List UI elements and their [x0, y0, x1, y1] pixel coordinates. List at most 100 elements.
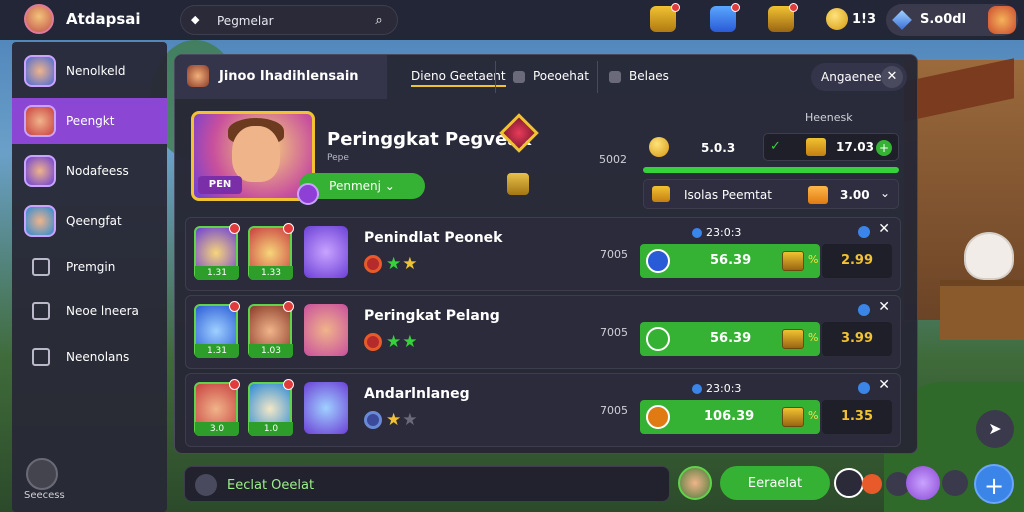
character-card[interactable]: 3.0: [194, 379, 240, 436]
divider: [495, 61, 496, 93]
reward-dropdown[interactable]: Isolas Peemtat 3.00 ⌄: [643, 179, 899, 209]
star-icon: ★: [402, 254, 419, 274]
progress-bar: [643, 167, 899, 173]
character-card[interactable]: 1.31: [194, 223, 240, 280]
tab-icon: [609, 70, 621, 83]
settings-icon[interactable]: [26, 458, 58, 490]
add-button[interactable]: +: [974, 464, 1014, 504]
price-label[interactable]: 1.35: [822, 400, 892, 434]
notification-dot: [789, 3, 798, 12]
search-bar[interactable]: ◆ ⌕: [180, 5, 398, 35]
progress-value: 56.39: [710, 253, 752, 268]
price-label[interactable]: 3.99: [822, 322, 892, 356]
info-icon[interactable]: [858, 382, 870, 394]
shield-icon: [646, 405, 670, 429]
gear-icon[interactable]: [942, 470, 968, 496]
row-progress[interactable]: 106.39 %: [640, 400, 820, 434]
send-button[interactable]: Eeraelat: [720, 466, 830, 500]
list-item[interactable]: 3.0 1.0 Andarlnlaneg ★★ 7005 23:0:3 106.…: [185, 373, 901, 447]
sidebar-item-label: Nodafeess: [66, 164, 129, 178]
tab-0[interactable]: Dieno Geetaent: [411, 55, 506, 99]
notification-dot: [229, 379, 240, 390]
main-panel: Jinoo Ihadihlensain Dieno Geetaent Poeoe…: [174, 54, 918, 454]
sidebar-item-label: Nenolkeld: [66, 64, 126, 78]
sidebar-item-2[interactable]: Nodafeess: [12, 148, 167, 194]
avatar[interactable]: [678, 466, 712, 500]
tab-label: Dieno Geetaent: [411, 69, 506, 87]
rank-icon: [364, 255, 382, 273]
add-icon[interactable]: +: [876, 140, 892, 156]
fire-icon[interactable]: [862, 474, 882, 494]
logo-icon: ◆: [191, 13, 200, 26]
row-progress[interactable]: 56.39 %: [640, 322, 820, 356]
close-icon[interactable]: ✕: [878, 377, 890, 393]
chest-icon: [782, 407, 804, 427]
sidebar-item-label: Neenolans: [66, 350, 130, 364]
chest-icon: [652, 186, 670, 202]
avatar: [24, 105, 56, 137]
hero-badge: PEN: [198, 176, 242, 194]
panel-title: Jinoo Ihadihlensain: [219, 69, 359, 84]
info-icon[interactable]: [858, 304, 870, 316]
price-label[interactable]: 2.99: [822, 244, 892, 278]
reward-box[interactable]: ✓ 17.03 +: [763, 133, 899, 161]
tab-title[interactable]: Jinoo Ihadihlensain: [175, 55, 387, 99]
character-portrait: [304, 304, 348, 356]
app-avatar[interactable]: [24, 4, 54, 34]
tab-2[interactable]: Belaes: [609, 55, 669, 99]
close-icon[interactable]: ✕: [881, 66, 903, 88]
avatar: [24, 155, 56, 187]
hero-card[interactable]: PEN: [191, 111, 315, 201]
controller-icon[interactable]: [710, 3, 740, 32]
search-input[interactable]: [217, 10, 357, 32]
avatar: [297, 183, 319, 205]
magic-icon[interactable]: [906, 466, 940, 500]
character-card[interactable]: 1.03: [248, 301, 294, 358]
chest-icon: [782, 329, 804, 349]
trophy-icon[interactable]: [650, 3, 680, 32]
info-icon[interactable]: [858, 226, 870, 238]
cat-figure: [964, 232, 1014, 280]
progress-value: 56.39: [710, 331, 752, 346]
chat-bar[interactable]: [184, 466, 670, 502]
close-icon[interactable]: ✕: [878, 299, 890, 315]
star-rating: ★★: [364, 410, 419, 430]
sidebar-item-1[interactable]: Peengkt: [12, 98, 167, 144]
close-panel[interactable]: Angaenee ✕: [811, 63, 907, 91]
character-card[interactable]: 1.33: [248, 223, 294, 280]
sidebar-item-0[interactable]: Nenolkeld: [12, 48, 167, 94]
character-card[interactable]: 1.0: [248, 379, 294, 436]
sidebar-item-3[interactable]: Qeengfat: [12, 198, 167, 244]
avatar: [24, 55, 56, 87]
gem-balance[interactable]: S.o0dl: [886, 4, 1018, 36]
sidebar-item-4[interactable]: Premgin: [12, 244, 167, 290]
chest-icon: [808, 186, 828, 204]
close-icon[interactable]: ✕: [878, 221, 890, 237]
sidebar-item-6[interactable]: Neenolans: [12, 334, 167, 380]
cursor-icon[interactable]: ➤: [976, 410, 1014, 448]
chest-icon: [507, 173, 529, 195]
character-portrait: [304, 382, 348, 434]
chest-icon[interactable]: [768, 3, 798, 32]
list-item[interactable]: 1.31 1.03 Peringkat Pelang ★★ 7005 56.39…: [185, 295, 901, 369]
shield-icon: [646, 327, 670, 351]
list-item[interactable]: 1.31 1.33 Penindlat Peonek ★★ 7005 23:0:…: [185, 217, 901, 291]
sidebar-item-5[interactable]: Neoe lneera: [12, 288, 167, 334]
profile-icon[interactable]: [988, 6, 1016, 34]
notification-dot: [229, 301, 240, 312]
search-icon[interactable]: ⌕: [369, 11, 389, 31]
notification-dot: [283, 379, 294, 390]
progress-value: 106.39: [704, 409, 755, 424]
tab-bar: Jinoo Ihadihlensain Dieno Geetaent Poeoe…: [175, 55, 917, 99]
row-percent: 7005: [600, 248, 628, 261]
character-card[interactable]: 1.31: [194, 301, 240, 358]
face-icon[interactable]: [834, 468, 864, 498]
timer-label: 23:0:3: [706, 226, 742, 239]
row-progress[interactable]: 56.39 %: [640, 244, 820, 278]
chat-input[interactable]: [227, 474, 647, 496]
rewards-label: Heenesk: [805, 111, 853, 124]
star-icon: ★: [402, 332, 419, 352]
reward-value: 3.00: [840, 188, 870, 202]
document-icon: [32, 302, 50, 320]
tab-1[interactable]: Poeoehat: [513, 55, 589, 99]
